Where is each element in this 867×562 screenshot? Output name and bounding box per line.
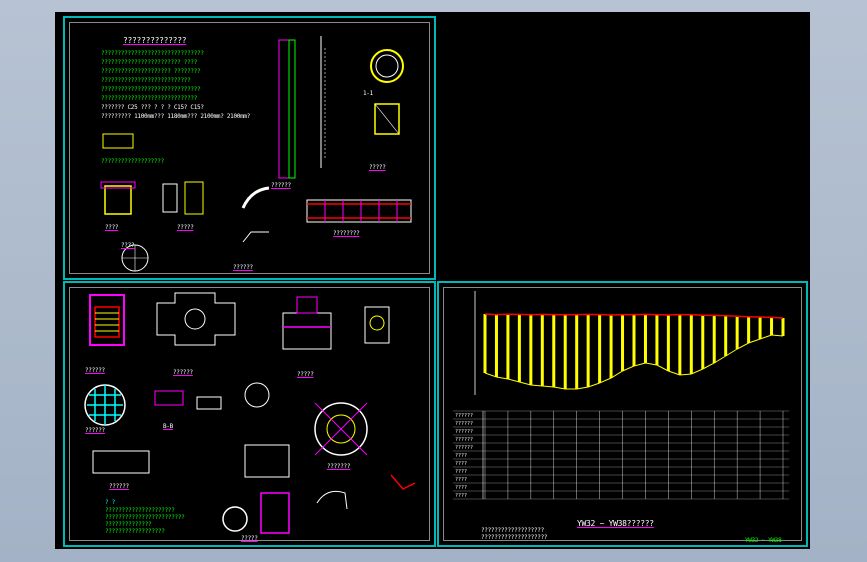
sheet-1-note-9: ??????????????????? [101,158,164,165]
profile-row-label: ?????? [455,437,473,443]
profile-row-label: ???? [455,493,467,499]
sheet-2-label-2: ?????? [173,369,193,376]
profile-depth-bar [517,314,521,382]
longitudinal-profile: ????????????????????????????????????????… [453,291,789,500]
sheet-1-note-2: ???????????????????????? ???? [101,59,198,66]
profile-depth-bar [609,315,613,378]
sheet-1-note-6: ????????????????????????????? [101,95,198,102]
profile-depth-bar [529,314,533,385]
profile-row-label: ???? [455,477,467,483]
sheet-1-title: ?????????????? [123,36,187,45]
profile-depth-bar [724,315,728,356]
sheet-2-label-1: ?????? [85,367,105,374]
profile-row-label: ???? [455,461,467,467]
profile-depth-bar [621,314,625,371]
section-mark-1-1: 1-1 [363,90,373,97]
sheet-1-note-3: ????????????????????? ???????? [101,68,201,75]
profile-row-label: ?????? [455,429,473,435]
sheet-1-note-7: ??????? C25 ??? ? ? ? C15? C15? [101,104,204,111]
profile-row-label: ?????? [455,413,473,419]
sheet-2-label-8: ????? [241,535,258,542]
profile-depth-bar [758,317,762,339]
drop-detail-label: ?????? [233,264,253,271]
profile-depth-bar [781,318,785,336]
drawing-sheet-3[interactable]: ????????????????????????????????????????… [437,281,808,547]
pipe-section-label: ?????? [271,182,291,189]
profile-depth-bar [666,315,670,371]
profile-title: YW32 ~ YW38?????? [577,519,654,528]
profile-depth-bar [712,315,716,363]
profile-row-label: ???? [455,485,467,491]
manhole-label-1: ???? [105,224,119,231]
profile-depth-bar [598,314,602,383]
sheet-2-note-3: ?????????????? [105,521,152,528]
wall-section-label: ????? [369,164,386,171]
profile-depth-bar [575,314,579,389]
valve-detail-label: ????? [177,224,194,231]
sheet-2-label-3: ?????? [85,427,105,434]
sheet-2-label-b-b: B-B [163,423,173,430]
cad-model-space[interactable]: ?????????????? ?????????????????????????… [55,12,810,549]
sheet-1-note-8: ????????? 1100mm??? 1180mm??? 2100mm? 21… [101,113,251,120]
sheet-2-label-6: ??????? [327,463,351,470]
sheet-1-note-4: ??????????????????????????? [101,77,191,84]
profile-row-label: ?????? [455,445,473,451]
sheet-2-note-1: ????????????????????? [105,507,175,514]
profile-depth-bar [747,316,751,343]
profile-depth-bar [701,315,705,369]
sheet-2-notes-title: ? ? [105,499,115,506]
profile-row-label: ???? [455,469,467,475]
profile-depth-bar [494,314,498,377]
manhole-label-2: ???? [121,242,135,249]
profile-depth-bar [552,314,556,387]
profile-depth-bar [632,314,636,366]
sheet-2-label-4: ????? [297,371,314,378]
profile-row-label: ???? [455,453,467,459]
drawing-sheet-2[interactable]: ?????? ?????? ?????? ????? B-B ??????? ?… [63,281,436,547]
profile-depth-bar [689,314,693,374]
profile-note-1: ??????????????????? [481,527,544,534]
profile-depth-bar [540,314,544,386]
profile-depth-bar [483,314,487,373]
profile-depth-bar [678,314,682,375]
profile-depth-bar [563,314,567,389]
drawing-sheet-1[interactable]: ?????????????? ?????????????????????????… [63,16,436,280]
profile-depth-bar [770,317,774,335]
sheet-2-note-2: ???????????????????????? [105,514,185,521]
profile-row-label: ?????? [455,421,473,427]
sheet-2-label-7: ?????? [109,483,129,490]
profile-depth-bar [655,314,659,365]
profile-depth-bar [735,316,739,349]
sheet-1-note-5: ?????????????????????????????? [101,86,201,93]
beam-elevation-label: ???????? [333,230,360,237]
profile-scale-note: YW32 ~ YW38 [745,537,782,544]
profile-depth-bar [506,314,510,379]
sheet-2-note-4: ?????????????????? [105,528,165,535]
profile-note-2: ???????????????????? [481,534,548,541]
profile-depth-bar [643,314,647,363]
profile-depth-bar [586,314,590,387]
sheet-1-note-1: ??????????????????????????????? [101,50,204,57]
